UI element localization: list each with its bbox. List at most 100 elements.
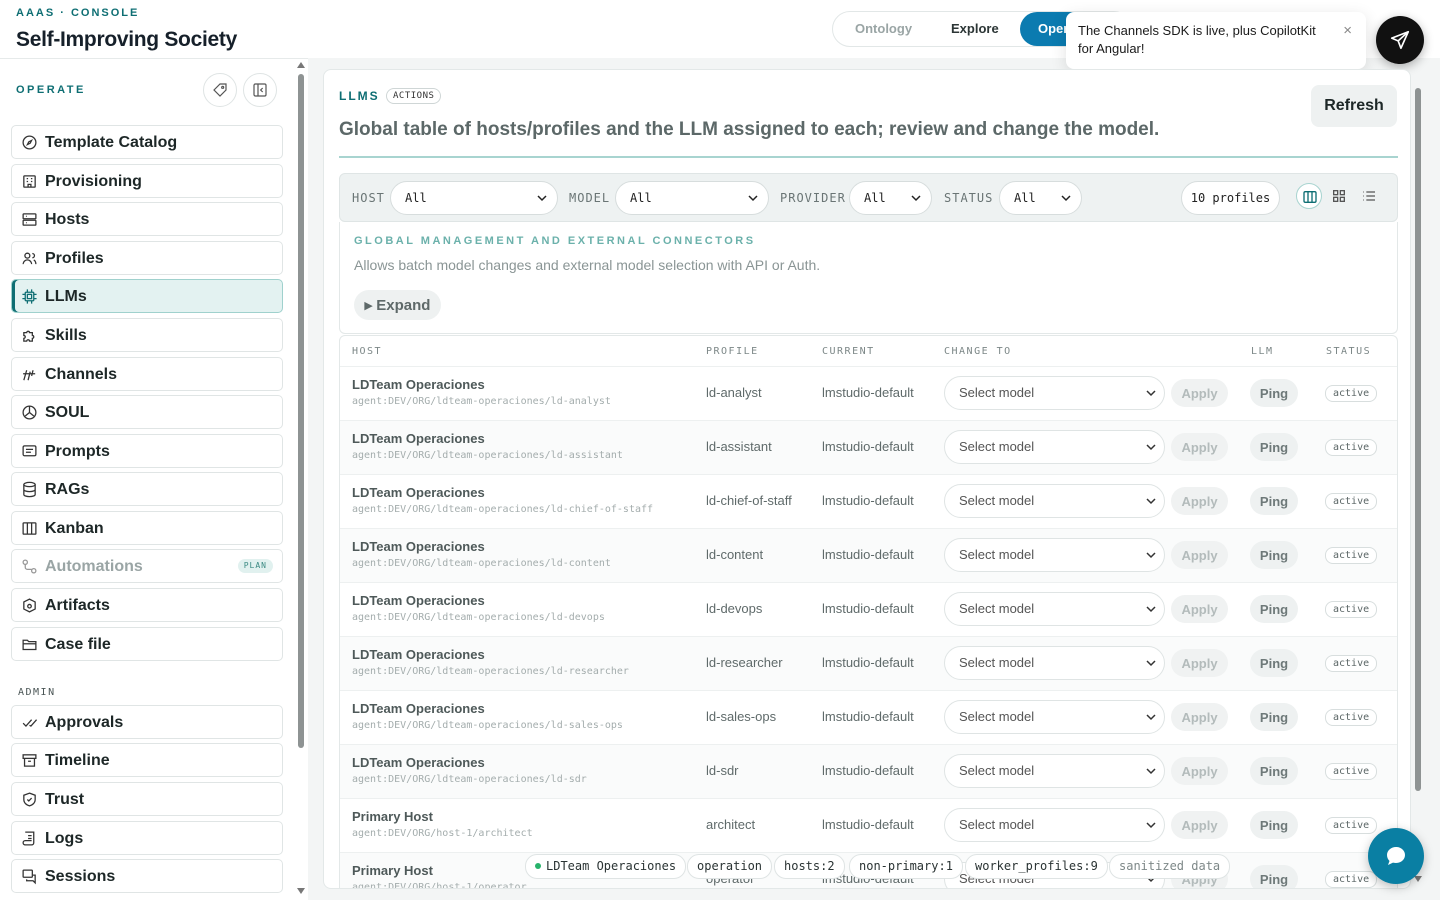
scroll-down-arrow[interactable] bbox=[1414, 876, 1422, 882]
context-chip-worker-profiles[interactable]: worker_profiles:9 bbox=[965, 854, 1108, 879]
model-select[interactable]: Select model bbox=[944, 538, 1165, 572]
apply-button[interactable]: Apply bbox=[1171, 379, 1228, 407]
sidebar-item-channels[interactable]: Channels bbox=[11, 357, 283, 391]
status-filter-select[interactable]: All bbox=[999, 181, 1082, 215]
ping-button[interactable]: Ping bbox=[1250, 703, 1298, 731]
provider-filter-select[interactable]: All bbox=[849, 181, 932, 215]
model-select[interactable]: Select model bbox=[944, 592, 1165, 626]
apply-button[interactable]: Apply bbox=[1171, 487, 1228, 515]
sidebar-item-template-catalog[interactable]: Template Catalog bbox=[11, 125, 283, 159]
close-icon[interactable]: × bbox=[1343, 22, 1352, 40]
sidebar-item-timeline[interactable]: Timeline bbox=[11, 743, 283, 777]
toast-message: The Channels SDK is live, plus CopilotKi… bbox=[1078, 23, 1316, 56]
chevron-down-icon bbox=[1146, 498, 1156, 505]
chat-launcher[interactable] bbox=[1368, 828, 1424, 884]
sidebar: OPERATE Template Catalog Provisioning Ho… bbox=[0, 58, 308, 900]
context-chip-hosts[interactable]: hosts:2 bbox=[774, 854, 845, 879]
ping-button[interactable]: Ping bbox=[1250, 541, 1298, 569]
ping-button[interactable]: Ping bbox=[1250, 487, 1298, 515]
context-chip-non-primary[interactable]: non-primary:1 bbox=[849, 854, 963, 879]
apply-button[interactable]: Apply bbox=[1171, 757, 1228, 785]
sidebar-item-trust[interactable]: Trust bbox=[11, 782, 283, 816]
sidebar-item-automations[interactable]: Automations PLAN bbox=[11, 549, 283, 583]
assistant-launcher[interactable] bbox=[1376, 16, 1424, 64]
row-profile: ld-devops bbox=[706, 601, 763, 616]
context-chip-sanitized[interactable]: sanitized data bbox=[1109, 854, 1231, 879]
row-host: LDTeam Operaciones bbox=[352, 377, 485, 392]
model-select[interactable]: Select model bbox=[944, 646, 1165, 680]
model-select[interactable]: Select model bbox=[944, 376, 1165, 410]
sidebar-item-label: Trust bbox=[45, 791, 85, 808]
sidebar-item-profiles[interactable]: Profiles bbox=[11, 241, 283, 275]
ping-button[interactable]: Ping bbox=[1250, 811, 1298, 839]
atom-icon bbox=[22, 405, 37, 420]
ping-button[interactable]: Ping bbox=[1250, 379, 1298, 407]
row-host: LDTeam Operaciones bbox=[352, 701, 485, 716]
apply-button[interactable]: Apply bbox=[1171, 703, 1228, 731]
chevron-down-icon bbox=[1146, 822, 1156, 829]
status-filter-label: STATUS bbox=[944, 191, 994, 205]
sidebar-item-prompts[interactable]: Prompts bbox=[11, 434, 283, 468]
table-row: LDTeam Operaciones agent:DEV/ORG/ldteam-o… bbox=[340, 744, 1397, 798]
main-scrollbar[interactable] bbox=[1414, 86, 1422, 886]
sidebar-item-kanban[interactable]: Kanban bbox=[11, 511, 283, 545]
sidebar-item-approvals[interactable]: Approvals bbox=[11, 705, 283, 739]
row-path: agent:DEV/ORG/host-1/architect bbox=[352, 828, 533, 839]
tab-ontology[interactable]: Ontology bbox=[855, 12, 912, 46]
context-chip-team[interactable]: LDTeam Operaciones bbox=[525, 854, 687, 879]
sidebar-item-sessions[interactable]: Sessions bbox=[11, 859, 283, 893]
sidebar-item-artifacts[interactable]: Artifacts bbox=[11, 588, 283, 622]
sidebar-item-llms[interactable]: LLMs bbox=[11, 279, 283, 313]
apply-button[interactable]: Apply bbox=[1171, 811, 1228, 839]
row-profile: ld-chief-of-staff bbox=[706, 493, 792, 508]
status-badge: active bbox=[1325, 817, 1378, 834]
model-filter-value: All bbox=[630, 191, 652, 205]
ping-button[interactable]: Ping bbox=[1250, 757, 1298, 785]
scroll-down-arrow[interactable] bbox=[297, 888, 305, 894]
apply-button[interactable]: Apply bbox=[1171, 649, 1228, 677]
scroll-thumb[interactable] bbox=[298, 74, 304, 748]
model-select[interactable]: Select model bbox=[944, 700, 1165, 734]
model-select[interactable]: Select model bbox=[944, 430, 1165, 464]
chevron-down-icon bbox=[1146, 444, 1156, 451]
ping-button[interactable]: Ping bbox=[1250, 595, 1298, 623]
sidebar-item-logs[interactable]: Logs bbox=[11, 821, 283, 855]
sidebar-item-provisioning[interactable]: Provisioning bbox=[11, 164, 283, 198]
model-select[interactable]: Select model bbox=[944, 808, 1165, 842]
sidebar-item-soul[interactable]: SOUL bbox=[11, 395, 283, 429]
ping-button[interactable]: Ping bbox=[1250, 433, 1298, 461]
table-row: Primary Host agent:DEV/ORG/host-1/archite… bbox=[340, 798, 1397, 852]
ping-button[interactable]: Ping bbox=[1250, 649, 1298, 677]
scroll-up-arrow[interactable] bbox=[297, 62, 305, 68]
chevron-down-icon bbox=[1146, 660, 1156, 667]
collapse-sidebar-button[interactable] bbox=[243, 73, 277, 107]
sidebar-item-skills[interactable]: Skills bbox=[11, 318, 283, 352]
refresh-button[interactable]: Refresh bbox=[1311, 85, 1397, 127]
tag-button[interactable] bbox=[203, 73, 237, 107]
view-columns-button[interactable] bbox=[1296, 183, 1322, 209]
context-chip-mode[interactable]: operation bbox=[687, 854, 773, 879]
column-header-change-to: CHANGE TO bbox=[944, 346, 1012, 357]
apply-button[interactable]: Apply bbox=[1171, 433, 1228, 461]
sidebar-item-case-file[interactable]: Case file bbox=[11, 627, 283, 661]
sidebar-item-hosts[interactable]: Hosts bbox=[11, 202, 283, 236]
scroll-thumb[interactable] bbox=[1415, 88, 1421, 791]
view-list-button[interactable] bbox=[1356, 183, 1382, 209]
connectors-card: GLOBAL MANAGEMENT AND EXTERNAL CONNECTOR… bbox=[339, 222, 1398, 334]
apply-button[interactable]: Apply bbox=[1171, 541, 1228, 569]
model-select[interactable]: Select model bbox=[944, 754, 1165, 788]
model-select[interactable]: Select model bbox=[944, 484, 1165, 518]
sidebar-collapse-icon bbox=[253, 83, 267, 97]
status-badge: active bbox=[1325, 655, 1378, 672]
tab-explore[interactable]: Explore bbox=[951, 12, 999, 46]
model-filter-select[interactable]: All bbox=[615, 181, 769, 215]
expand-button[interactable]: ▸ Expand bbox=[354, 290, 441, 320]
row-host: LDTeam Operaciones bbox=[352, 431, 485, 446]
view-grid-button[interactable] bbox=[1326, 183, 1352, 209]
row-path: agent:DEV/ORG/ldteam-operaciones/ld-sdr bbox=[352, 774, 587, 785]
ping-button[interactable]: Ping bbox=[1250, 865, 1298, 888]
sidebar-item-rags[interactable]: RAGs bbox=[11, 472, 283, 506]
apply-button[interactable]: Apply bbox=[1171, 595, 1228, 623]
host-filter-select[interactable]: All bbox=[390, 181, 558, 215]
sidebar-scrollbar[interactable] bbox=[297, 62, 305, 896]
